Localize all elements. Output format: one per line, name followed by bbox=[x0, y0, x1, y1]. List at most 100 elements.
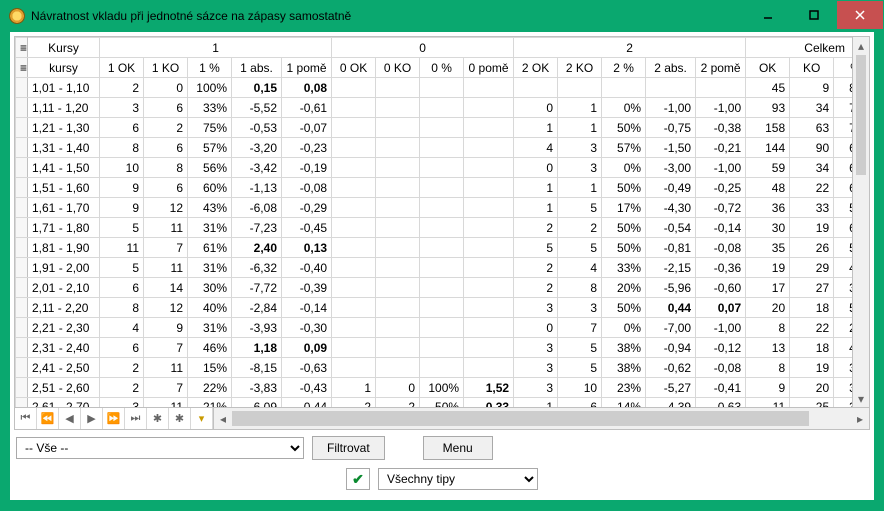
row-handle[interactable] bbox=[16, 218, 28, 238]
col-0ok[interactable]: 0 OK bbox=[332, 58, 376, 78]
table-row[interactable]: 1,31 - 1,408657%-3,20-0,234357%-1,50-0,2… bbox=[16, 138, 870, 158]
row-handle[interactable] bbox=[16, 318, 28, 338]
table-row[interactable]: 2,61 - 2,7031121%-6,09-0,442250%0,331614… bbox=[16, 398, 870, 408]
cell: 18 bbox=[790, 338, 834, 358]
table-row[interactable]: 1,11 - 1,203633%-5,52-0,61010%-1,00-1,00… bbox=[16, 98, 870, 118]
tips-select[interactable]: Všechny tipy bbox=[378, 468, 538, 490]
nav-prevpage-icon[interactable]: ⏪ bbox=[37, 408, 59, 429]
nav-bookmark2-icon[interactable]: ✱ bbox=[169, 408, 191, 429]
col-cko[interactable]: KO bbox=[790, 58, 834, 78]
col-2abs[interactable]: 2 abs. bbox=[646, 58, 696, 78]
cell: 9 bbox=[790, 78, 834, 98]
cell: 43% bbox=[188, 198, 232, 218]
row-handle[interactable] bbox=[16, 78, 28, 98]
table-row[interactable]: 1,81 - 1,9011761%2,400,135550%-0,81-0,08… bbox=[16, 238, 870, 258]
scroll-right-arrow-icon[interactable]: ▸ bbox=[851, 408, 869, 429]
table-row[interactable]: 1,61 - 1,7091243%-6,08-0,291517%-4,30-0,… bbox=[16, 198, 870, 218]
nav-first-icon[interactable]: ⏮ bbox=[15, 408, 37, 429]
data-grid[interactable]: ≡ Kursy 1 0 2 Celkem OK kurs ≡ kursy 1 O… bbox=[14, 36, 870, 430]
hscroll-thumb[interactable] bbox=[232, 411, 809, 426]
filter-select[interactable]: -- Vše -- bbox=[16, 437, 304, 459]
menu-button[interactable]: Menu bbox=[423, 436, 493, 460]
col-0pome[interactable]: 0 pomě bbox=[464, 58, 514, 78]
maximize-button[interactable] bbox=[791, 1, 837, 29]
col-2pome[interactable]: 2 pomě bbox=[696, 58, 746, 78]
col-1ko[interactable]: 1 KO bbox=[144, 58, 188, 78]
col-0pct[interactable]: 0 % bbox=[420, 58, 464, 78]
row-handle[interactable] bbox=[16, 378, 28, 398]
cell bbox=[464, 278, 514, 298]
col-group-1[interactable]: 1 bbox=[100, 38, 332, 58]
col-1abs[interactable]: 1 abs. bbox=[232, 58, 282, 78]
row-handle[interactable] bbox=[16, 198, 28, 218]
col-2pct[interactable]: 2 % bbox=[602, 58, 646, 78]
col-group-celkem[interactable]: Celkem bbox=[746, 38, 869, 58]
table-row[interactable]: 2,11 - 2,2081240%-2,84-0,143350%0,440,07… bbox=[16, 298, 870, 318]
cell: -0,12 bbox=[696, 338, 746, 358]
nav-last-icon[interactable]: ⏭ bbox=[125, 408, 147, 429]
cell: 30 bbox=[746, 218, 790, 238]
col-cok[interactable]: OK bbox=[746, 58, 790, 78]
cell: -7,23 bbox=[232, 218, 282, 238]
table-row[interactable]: 2,21 - 2,304931%-3,93-0,30070%-7,00-1,00… bbox=[16, 318, 870, 338]
table-row[interactable]: 2,31 - 2,406746%1,180,093538%-0,94-0,121… bbox=[16, 338, 870, 358]
row-handle[interactable] bbox=[16, 358, 28, 378]
cell-range: 1,51 - 1,60 bbox=[28, 178, 100, 198]
nav-prev-icon[interactable]: ◀ bbox=[59, 408, 81, 429]
scroll-down-arrow-icon[interactable]: ▾ bbox=[853, 390, 869, 407]
row-handle[interactable] bbox=[16, 178, 28, 198]
scroll-left-arrow-icon[interactable]: ◂ bbox=[214, 408, 232, 429]
titlebar[interactable]: Návratnost vkladu při jednotné sázce na … bbox=[1, 1, 883, 31]
table-row[interactable]: 2,41 - 2,5021115%-8,15-0,633538%-0,62-0,… bbox=[16, 358, 870, 378]
table-row[interactable]: 2,51 - 2,602722%-3,83-0,4310100%1,523102… bbox=[16, 378, 870, 398]
col-group-2[interactable]: 2 bbox=[514, 38, 746, 58]
row-handle[interactable] bbox=[16, 98, 28, 118]
row-handle[interactable] bbox=[16, 138, 28, 158]
grid-table: ≡ Kursy 1 0 2 Celkem OK kurs ≡ kursy 1 O… bbox=[15, 37, 869, 407]
row-handle[interactable] bbox=[16, 238, 28, 258]
table-row[interactable]: 2,01 - 2,1061430%-7,72-0,392820%-5,96-0,… bbox=[16, 278, 870, 298]
table-row[interactable]: 1,21 - 1,306275%-0,53-0,071150%-0,75-0,3… bbox=[16, 118, 870, 138]
nav-filter-icon[interactable]: ▾ bbox=[191, 408, 213, 429]
table-row[interactable]: 1,01 - 1,1020100%0,150,0845983%-01,20 bbox=[16, 78, 870, 98]
col-group-0[interactable]: 0 bbox=[332, 38, 514, 58]
col-1pct[interactable]: 1 % bbox=[188, 58, 232, 78]
col-1ok[interactable]: 1 OK bbox=[100, 58, 144, 78]
col-group-kursy[interactable]: Kursy bbox=[28, 38, 100, 58]
scroll-up-arrow-icon[interactable]: ▴ bbox=[853, 37, 869, 54]
cell-range: 1,01 - 1,10 bbox=[28, 78, 100, 98]
table-row[interactable]: 1,71 - 1,8051131%-7,23-0,452250%-0,54-0,… bbox=[16, 218, 870, 238]
row-handle[interactable] bbox=[16, 398, 28, 408]
grid-corner[interactable]: ≡ bbox=[16, 38, 28, 58]
row-handle[interactable] bbox=[16, 258, 28, 278]
close-button[interactable] bbox=[837, 1, 883, 29]
cell bbox=[464, 238, 514, 258]
row-handle[interactable] bbox=[16, 338, 28, 358]
tips-checkbox[interactable]: ✔ bbox=[346, 468, 370, 490]
cell bbox=[332, 358, 376, 378]
nav-next-icon[interactable]: ▶ bbox=[81, 408, 103, 429]
cell: 21% bbox=[188, 398, 232, 408]
nav-nextpage-icon[interactable]: ⏩ bbox=[103, 408, 125, 429]
nav-bookmark-icon[interactable]: ✱ bbox=[147, 408, 169, 429]
table-row[interactable]: 1,41 - 1,5010856%-3,42-0,19030%-3,00-1,0… bbox=[16, 158, 870, 178]
col-2ok[interactable]: 2 OK bbox=[514, 58, 558, 78]
row-handle[interactable] bbox=[16, 118, 28, 138]
cell: 1,18 bbox=[232, 338, 282, 358]
filter-button[interactable]: Filtrovat bbox=[312, 436, 385, 460]
horizontal-scrollbar[interactable]: ◂ ▸ bbox=[213, 408, 869, 429]
minimize-button[interactable] bbox=[745, 1, 791, 29]
vscroll-thumb[interactable] bbox=[856, 55, 866, 175]
col-0ko[interactable]: 0 KO bbox=[376, 58, 420, 78]
row-handle[interactable] bbox=[16, 158, 28, 178]
table-row[interactable]: 1,51 - 1,609660%-1,13-0,081150%-0,49-0,2… bbox=[16, 178, 870, 198]
row-handle[interactable] bbox=[16, 298, 28, 318]
vertical-scrollbar[interactable]: ▴ ▾ bbox=[852, 37, 869, 407]
cell: 11 bbox=[144, 218, 188, 238]
table-row[interactable]: 1,91 - 2,0051131%-6,32-0,402433%-2,15-0,… bbox=[16, 258, 870, 278]
row-handle[interactable] bbox=[16, 278, 28, 298]
col-2ko[interactable]: 2 KO bbox=[558, 58, 602, 78]
col-1pome[interactable]: 1 pomě bbox=[282, 58, 332, 78]
grid-corner-2[interactable]: ≡ bbox=[16, 58, 28, 78]
col-range[interactable]: kursy bbox=[28, 58, 100, 78]
